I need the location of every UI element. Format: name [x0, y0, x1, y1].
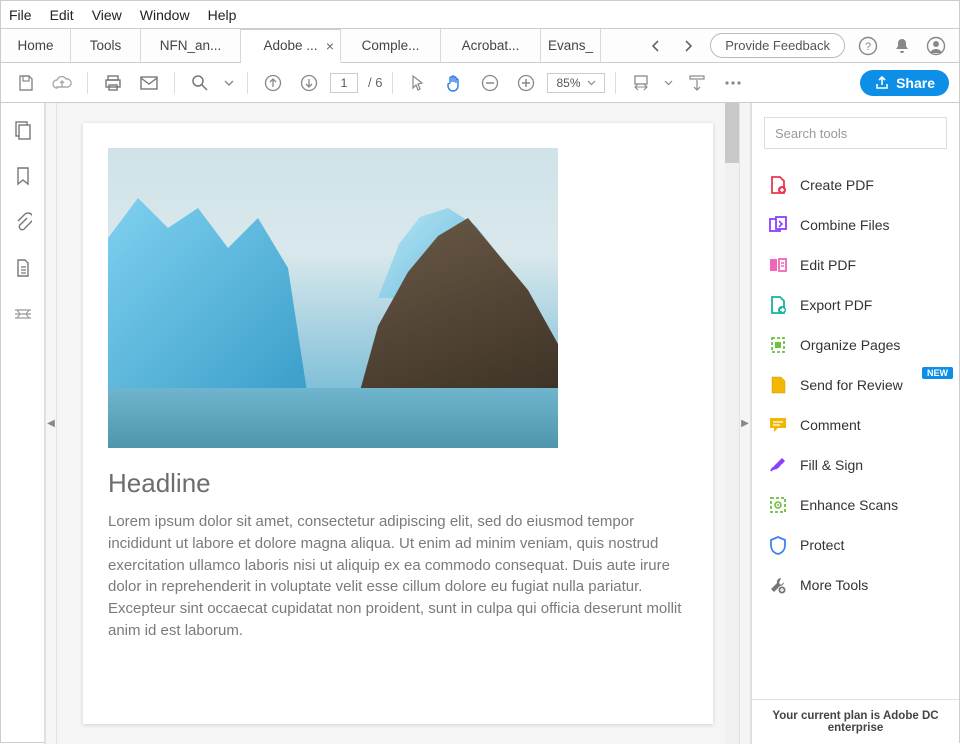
provide-feedback-button[interactable]: Provide Feedback	[710, 33, 845, 58]
share-button[interactable]: Share	[860, 70, 949, 96]
tab-prev-icon[interactable]	[646, 36, 666, 56]
vertical-scrollbar[interactable]	[725, 103, 739, 744]
tool-enhance-scans[interactable]: Enhance Scans	[752, 485, 959, 525]
document-image	[108, 148, 558, 448]
print-icon[interactable]	[98, 68, 128, 98]
tool-comment[interactable]: Comment	[752, 405, 959, 445]
tool-list: Create PDF Combine Files Edit PDF Export…	[752, 161, 959, 699]
document-page: Headline Lorem ipsum dolor sit amet, con…	[83, 123, 713, 724]
tool-organize-pages[interactable]: Organize Pages	[752, 325, 959, 365]
notifications-icon[interactable]	[891, 35, 913, 57]
document-tab-active[interactable]: Adobe ... ×	[241, 29, 341, 63]
menu-help[interactable]: Help	[208, 7, 237, 23]
email-icon[interactable]	[134, 68, 164, 98]
bookmark-icon[interactable]	[12, 165, 34, 187]
document-tab[interactable]: Evans_	[541, 29, 601, 62]
enhance-scans-icon	[768, 495, 788, 515]
selection-tool-icon[interactable]	[403, 68, 433, 98]
toolbar: / 6 85% Share	[1, 63, 959, 103]
tools-panel: Search tools Create PDF Combine Files Ed…	[751, 103, 959, 744]
send-for-review-icon	[768, 375, 788, 395]
export-pdf-icon	[768, 295, 788, 315]
tab-tools[interactable]: Tools	[71, 29, 141, 62]
page-display-icon[interactable]	[682, 68, 712, 98]
tool-more-tools[interactable]: More Tools	[752, 565, 959, 605]
tool-send-for-review[interactable]: Send for Review NEW	[752, 365, 959, 405]
next-page-icon[interactable]	[294, 68, 324, 98]
document-tab[interactable]: Acrobat...	[441, 29, 541, 62]
organize-pages-icon	[768, 335, 788, 355]
document-body-text: Lorem ipsum dolor sit amet, consectetur …	[108, 511, 688, 642]
plan-footer: Your current plan is Adobe DC enterprise	[752, 699, 959, 744]
protect-icon	[768, 535, 788, 555]
help-icon[interactable]: ?	[857, 35, 879, 57]
page-number-input[interactable]	[330, 73, 358, 93]
tool-export-pdf[interactable]: Export PDF	[752, 285, 959, 325]
zoom-level-select[interactable]: 85%	[547, 73, 604, 93]
tool-create-pdf[interactable]: Create PDF	[752, 165, 959, 205]
tool-protect[interactable]: Protect	[752, 525, 959, 565]
main-area: ◀ Headline Lorem ipsum dolor sit amet, c…	[1, 103, 959, 744]
tab-home[interactable]: Home	[1, 29, 71, 62]
fill-sign-icon	[768, 455, 788, 475]
hand-tool-icon[interactable]	[439, 68, 469, 98]
layers-icon[interactable]	[12, 303, 34, 325]
combine-files-icon	[768, 215, 788, 235]
right-panel-collapse-icon[interactable]: ▶	[739, 103, 751, 744]
menu-file[interactable]: File	[9, 7, 32, 23]
menu-bar: File Edit View Window Help	[1, 1, 959, 29]
menu-window[interactable]: Window	[140, 7, 190, 23]
fit-width-icon[interactable]	[626, 68, 656, 98]
comment-icon	[768, 415, 788, 435]
scrollbar-thumb[interactable]	[725, 103, 739, 163]
fit-dropdown-icon[interactable]	[662, 68, 676, 98]
search-tools-input[interactable]: Search tools	[764, 117, 947, 149]
document-info-icon[interactable]	[12, 257, 34, 279]
save-icon[interactable]	[11, 68, 41, 98]
edit-pdf-icon	[768, 255, 788, 275]
thumbnails-icon[interactable]	[12, 119, 34, 141]
attachment-icon[interactable]	[12, 211, 34, 233]
cloud-upload-icon[interactable]	[47, 68, 77, 98]
account-icon[interactable]	[925, 35, 947, 57]
prev-page-icon[interactable]	[258, 68, 288, 98]
tool-fill-sign[interactable]: Fill & Sign	[752, 445, 959, 485]
create-pdf-icon	[768, 175, 788, 195]
menu-view[interactable]: View	[92, 7, 122, 23]
new-badge: NEW	[922, 367, 953, 379]
left-panel-collapse-icon[interactable]: ◀	[45, 103, 57, 744]
document-tab[interactable]: Comple...	[341, 29, 441, 62]
tool-combine-files[interactable]: Combine Files	[752, 205, 959, 245]
tab-bar: Home Tools NFN_an... Adobe ... × Comple.…	[1, 29, 959, 63]
svg-text:?: ?	[865, 41, 871, 53]
close-tab-icon[interactable]: ×	[326, 38, 334, 54]
document-tab[interactable]: NFN_an...	[141, 29, 241, 62]
tab-next-icon[interactable]	[678, 36, 698, 56]
zoom-in-icon[interactable]	[511, 68, 541, 98]
left-nav-rail	[1, 103, 45, 744]
document-headline: Headline	[108, 468, 688, 499]
more-tools-wrench-icon	[768, 575, 788, 595]
zoom-find-icon[interactable]	[185, 68, 215, 98]
zoom-dropdown-icon[interactable]	[221, 68, 237, 98]
page-total-label: / 6	[368, 75, 382, 90]
zoom-out-icon[interactable]	[475, 68, 505, 98]
menu-edit[interactable]: Edit	[50, 7, 74, 23]
tool-edit-pdf[interactable]: Edit PDF	[752, 245, 959, 285]
document-viewport[interactable]: Headline Lorem ipsum dolor sit amet, con…	[57, 103, 739, 744]
more-tools-icon[interactable]	[718, 68, 748, 98]
